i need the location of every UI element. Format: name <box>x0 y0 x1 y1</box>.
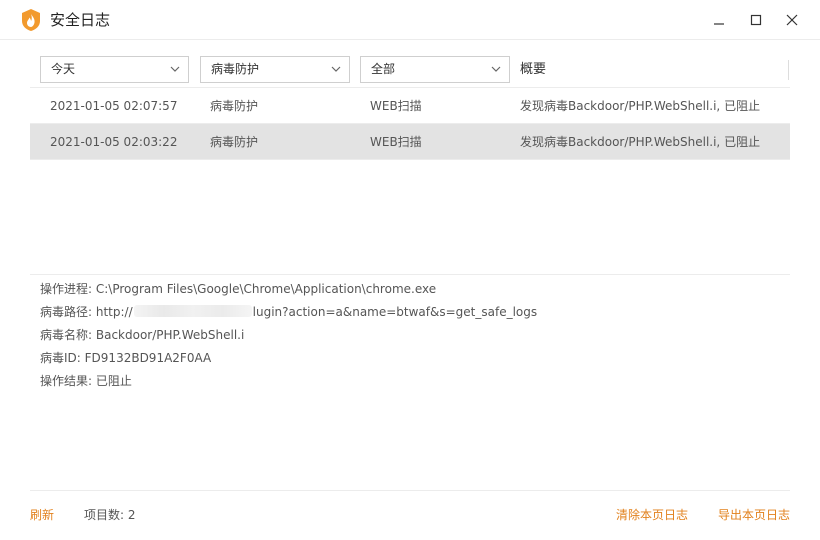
detail-pane: 操作进程: C:\Program Files\Google\Chrome\App… <box>40 280 537 395</box>
item-count-value: 2 <box>127 508 136 522</box>
row-summary: 发现病毒Backdoor/PHP.WebShell.i, 已阻止 <box>520 99 761 113</box>
detail-label: 病毒ID: <box>40 351 81 365</box>
detail-value-prefix: http:// <box>95 305 133 319</box>
subtype-filter-value: 全部 <box>371 62 396 76</box>
detail-path: 病毒路径: http:// lugin?action=a&name=btwaf&s… <box>40 303 537 326</box>
window-title: 安全日志 <box>50 11 111 29</box>
detail-value: C:\Program Files\Google\Chrome\Applicati… <box>95 282 437 296</box>
row-subtype: WEB扫描 <box>370 135 422 149</box>
row-subtype: WEB扫描 <box>370 99 422 113</box>
category-filter-value: 病毒防护 <box>211 62 260 76</box>
detail-label: 操作结果: <box>40 374 93 388</box>
minimize-button[interactable] <box>709 10 729 30</box>
title-bar: 安全日志 <box>0 0 820 40</box>
flame-logo-icon <box>22 9 40 31</box>
chevron-down-icon <box>170 66 180 72</box>
refresh-link[interactable]: 刷新 <box>30 506 54 524</box>
filter-header: 今天 病毒防护 全部 概要 <box>30 50 790 88</box>
detail-value: Backdoor/PHP.WebShell.i <box>95 328 245 342</box>
chevron-down-icon <box>331 66 341 72</box>
row-type: 病毒防护 <box>210 99 259 113</box>
maximize-button[interactable] <box>746 10 766 30</box>
maximize-icon <box>750 14 762 26</box>
divider <box>30 274 790 275</box>
item-count-label: 项目数: <box>84 508 125 522</box>
log-table: 2021-01-05 02:07:57 病毒防护 WEB扫描 发现病毒Backd… <box>30 88 790 160</box>
chevron-down-icon <box>491 66 501 72</box>
close-icon <box>786 14 798 26</box>
detail-label: 操作进程: <box>40 282 93 296</box>
table-row[interactable]: 2021-01-05 02:07:57 病毒防护 WEB扫描 发现病毒Backd… <box>30 88 790 124</box>
detail-value: FD9132BD91A2F0AA <box>84 351 212 365</box>
close-button[interactable] <box>782 10 802 30</box>
table-row[interactable]: 2021-01-05 02:03:22 病毒防护 WEB扫描 发现病毒Backd… <box>30 124 790 160</box>
item-count: 项目数: 2 <box>84 506 136 524</box>
column-divider <box>788 60 789 80</box>
detail-value-suffix: lugin?action=a&name=btwaf&s=get_safe_log… <box>252 305 538 319</box>
detail-virus-id: 病毒ID: FD9132BD91A2F0AA <box>40 349 537 372</box>
detail-result: 操作结果: 已阻止 <box>40 372 537 395</box>
row-time: 2021-01-05 02:07:57 <box>50 99 178 113</box>
date-filter-value: 今天 <box>51 62 76 76</box>
detail-virus-name: 病毒名称: Backdoor/PHP.WebShell.i <box>40 326 537 349</box>
minimize-icon <box>714 23 724 25</box>
detail-value: 已阻止 <box>95 374 132 388</box>
row-summary: 发现病毒Backdoor/PHP.WebShell.i, 已阻止 <box>520 135 761 149</box>
detail-process: 操作进程: C:\Program Files\Google\Chrome\App… <box>40 280 537 303</box>
summary-column-header: 概要 <box>520 62 547 77</box>
clear-page-logs-link[interactable]: 清除本页日志 <box>616 506 688 524</box>
detail-label: 病毒名称: <box>40 328 93 342</box>
row-type: 病毒防护 <box>210 135 259 149</box>
subtype-filter-select[interactable]: 全部 <box>360 56 510 83</box>
date-filter-select[interactable]: 今天 <box>40 56 189 83</box>
divider <box>30 490 790 491</box>
export-page-logs-link[interactable]: 导出本页日志 <box>718 506 790 524</box>
category-filter-select[interactable]: 病毒防护 <box>200 56 350 83</box>
detail-label: 病毒路径: <box>40 305 93 319</box>
redacted-area <box>133 305 252 317</box>
row-time: 2021-01-05 02:03:22 <box>50 135 178 149</box>
